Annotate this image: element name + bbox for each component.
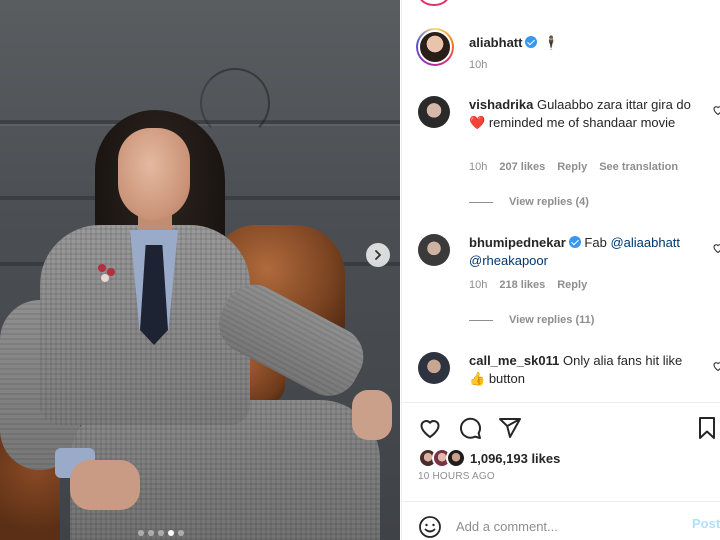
commenter-username[interactable]: bhumipednekar [469,235,566,250]
post-side-panel: aliabhatt 🕴 10h vishadrika Gulaabbo zara… [401,0,720,540]
commenter-username[interactable]: call_me_sk011 [469,353,559,368]
carousel-dot [178,530,184,536]
reply-button[interactable]: Reply [557,279,587,291]
mention-link[interactable]: @rheakapoor [469,253,548,268]
header-avatar-peek[interactable] [418,0,450,6]
mention-link[interactable]: @aliaabhatt [610,235,680,250]
verified-icon [568,236,581,248]
post-timestamp[interactable]: 10 HOURS AGO [418,471,495,482]
see-translation-button[interactable]: See translation [599,161,678,173]
heart-icon[interactable] [712,360,720,372]
comment-likes[interactable]: 218 likes [499,279,545,291]
comment-text-part: Only alia fans hit like [563,353,683,368]
carousel-dot [148,530,154,536]
comment-text: call_me_sk011 Only alia fans hit like 👍 … [469,352,699,388]
post-comment-button[interactable]: Post [692,516,720,531]
comment-time[interactable]: 10h [469,161,487,173]
likes-count[interactable]: 1,096,193 likes [470,451,560,466]
heart-icon[interactable] [712,242,720,254]
comment-text-part: Gulaabbo zara ittar gira do [536,97,691,112]
carousel-dot [158,530,164,536]
reply-button[interactable]: Reply [557,161,587,173]
comment-input[interactable] [456,514,676,538]
author-avatar[interactable] [416,28,454,66]
comment-text: bhumipednekar Fab @aliaabhatt @rheakapoo… [469,234,699,270]
heart-icon[interactable] [712,104,720,116]
add-comment-bar: Post [402,501,720,540]
thumbs-up-emoji: 👍 [469,371,486,386]
commenter-username[interactable]: vishadrika [469,97,533,112]
post-image[interactable] [0,0,400,540]
comment-text: vishadrika Gulaabbo zara ittar gira do ❤… [469,96,699,132]
caption-time: 10h [469,59,488,71]
view-replies-label: View replies (11) [509,314,595,326]
author-username[interactable]: aliabhatt [469,35,522,50]
comment-icon[interactable] [458,416,482,440]
commenter-avatar[interactable] [418,96,450,128]
verified-icon [525,36,538,48]
comment-time[interactable]: 10h [469,279,487,291]
comment-text-part: reminded me of shandaar movie [488,115,676,130]
post-caption: aliabhatt 🕴 10h [402,28,720,92]
comment-text-part: Fab [584,235,607,250]
comment-likes[interactable]: 207 likes [499,161,545,173]
wall-hook [200,68,270,138]
person-right-hand [352,390,392,440]
like-heart-icon[interactable] [418,416,442,440]
view-replies-label: View replies (4) [509,196,589,208]
chevron-right-icon [375,250,382,260]
comment-meta: 10h 218 likes Reply [469,279,599,291]
view-replies-button[interactable]: View replies (4) [469,196,589,208]
share-icon[interactable] [498,416,522,440]
carousel-dots [138,530,184,536]
commenter-avatar[interactable] [418,352,450,384]
brooch [98,264,122,284]
post-actions: 1,096,193 likes 10 HOURS AGO Post [402,402,720,540]
view-replies-button[interactable]: View replies (11) [469,314,594,326]
carousel-dot [138,530,144,536]
person-face [118,128,190,220]
person-left-hand [70,460,140,510]
comment-text-part: button [488,371,525,386]
comment-meta: 10h 207 likes Reply See translation [469,161,690,173]
commenter-avatar[interactable] [418,234,450,266]
heart-emoji: ❤️ [469,115,486,130]
author-emoji: 🕴 [543,35,560,50]
likes-summary[interactable]: 1,096,193 likes [418,448,560,468]
carousel-dot [168,530,174,536]
liker-avatar [446,448,466,468]
carousel-next-button[interactable] [366,243,390,267]
save-bookmark-icon[interactable] [695,416,719,440]
emoji-icon[interactable] [418,515,442,539]
